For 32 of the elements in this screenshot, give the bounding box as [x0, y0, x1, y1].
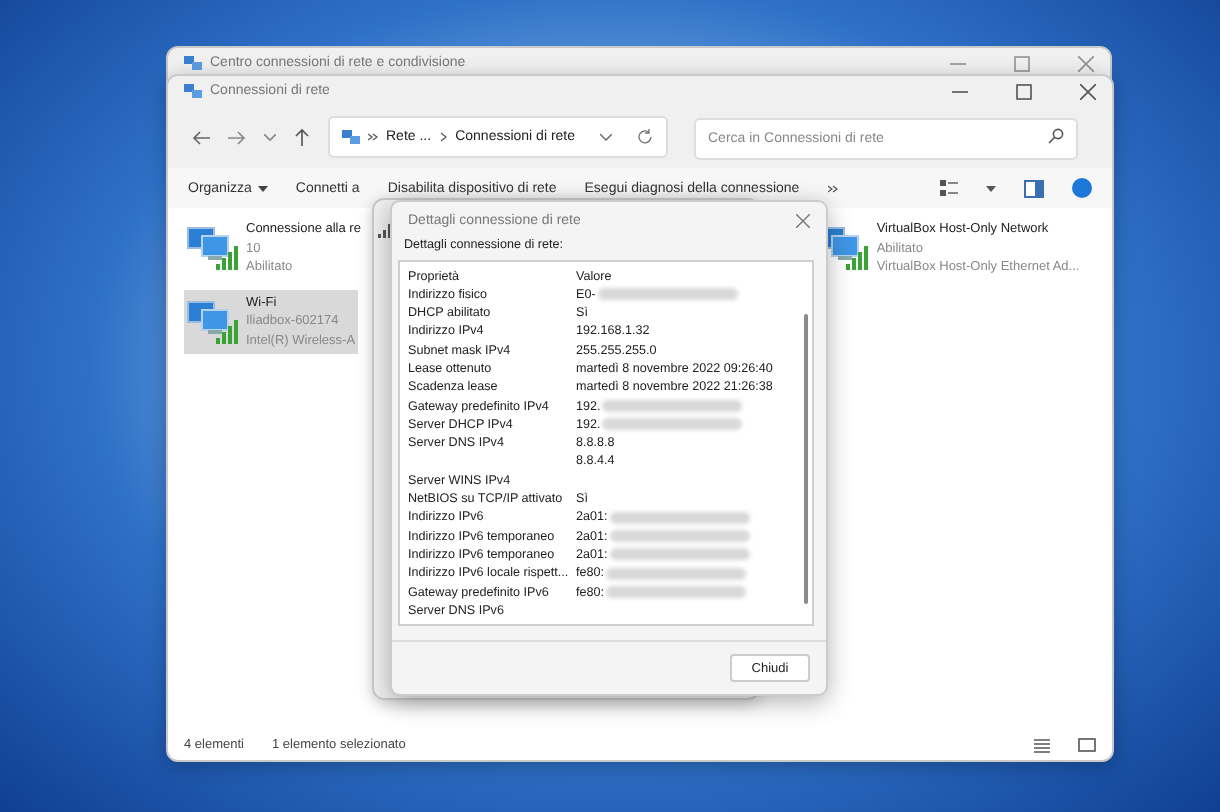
- chevron-down-icon[interactable]: [600, 133, 612, 141]
- close-icon[interactable]: [1078, 55, 1094, 71]
- up-arrow-icon[interactable]: [294, 128, 310, 146]
- redacted-value: [609, 511, 750, 524]
- redacted-value: [609, 548, 750, 561]
- caret-icon[interactable]: [986, 185, 996, 191]
- network-icon: [184, 82, 202, 100]
- double-chevron-icon: [368, 132, 378, 142]
- network-computer-icon: [186, 297, 238, 345]
- forward-arrow-icon[interactable]: [228, 129, 246, 145]
- redacted-value: [602, 400, 743, 413]
- tiles-view-icon[interactable]: [1078, 737, 1096, 753]
- chevron-right-icon: [439, 132, 448, 142]
- close-icon[interactable]: [1080, 83, 1096, 99]
- network-computer-icon: [186, 224, 238, 272]
- preview-pane-icon[interactable]: [1024, 179, 1044, 197]
- redacted-value: [606, 586, 747, 599]
- redacted-value: [609, 530, 750, 543]
- refresh-icon[interactable]: [636, 128, 654, 146]
- redacted-value: [606, 567, 747, 580]
- network-icon: [184, 54, 202, 72]
- caret-icon: [257, 185, 268, 191]
- close-icon[interactable]: [796, 213, 810, 228]
- details-view-icon[interactable]: [1034, 737, 1050, 753]
- view-options-icon[interactable]: [940, 179, 958, 197]
- network-icon: [342, 128, 360, 146]
- search-icon[interactable]: [1048, 128, 1064, 144]
- redacted-value: [602, 418, 743, 431]
- chevron-down-icon[interactable]: [264, 133, 276, 141]
- redacted-value: [597, 288, 738, 301]
- back-arrow-icon[interactable]: [192, 129, 210, 145]
- double-chevron-icon[interactable]: [827, 183, 838, 193]
